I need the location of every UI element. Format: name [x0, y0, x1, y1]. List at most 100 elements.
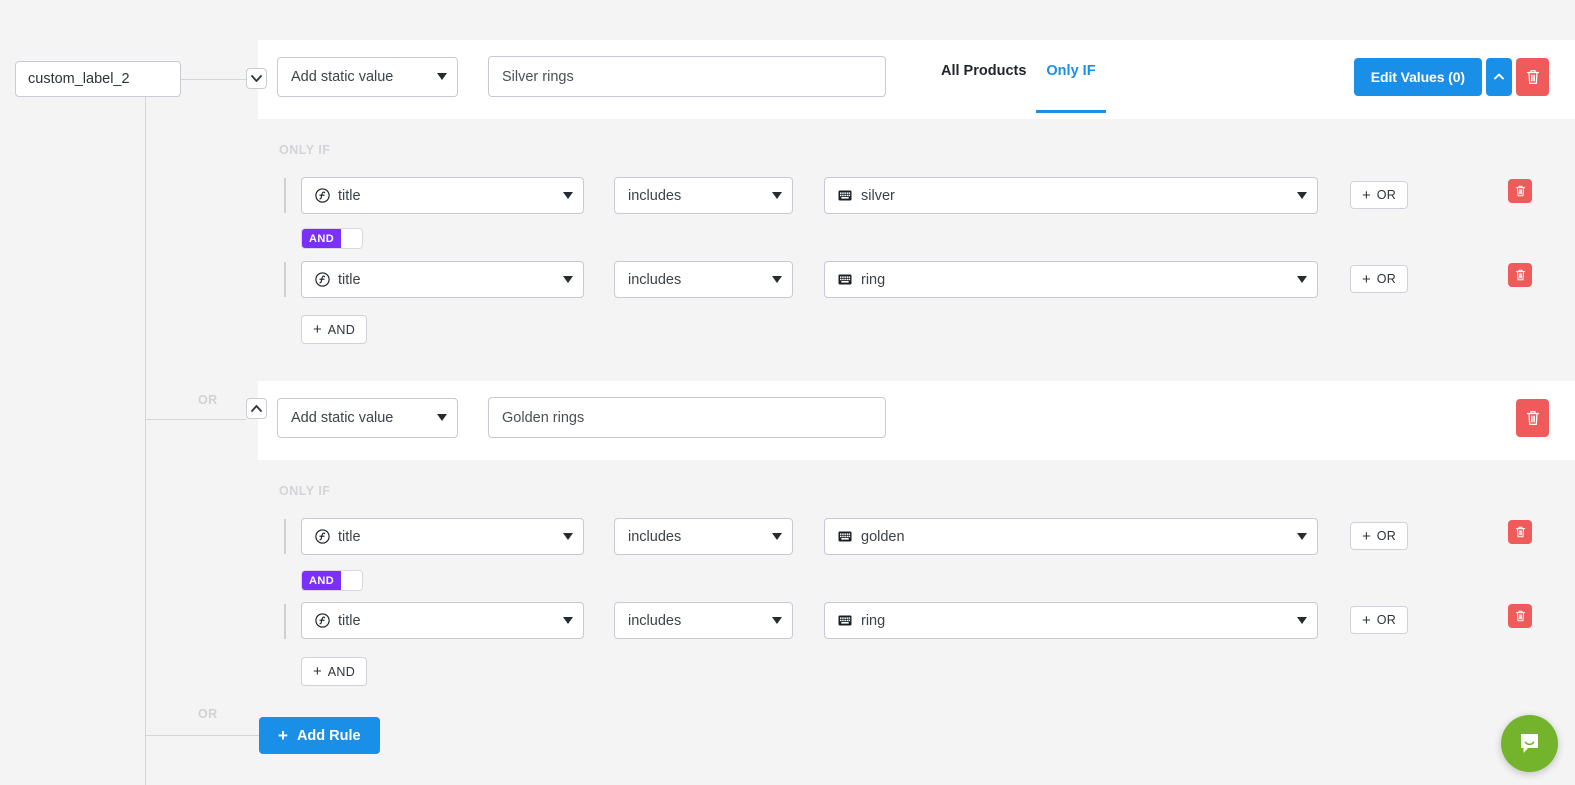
rule-2-cond-1-value-select[interactable]: golden	[824, 518, 1318, 555]
chevron-down-icon	[563, 533, 573, 540]
rule-2-cond-2-or-button[interactable]: + OR	[1350, 606, 1408, 634]
edit-values-button[interactable]: Edit Values (0)	[1354, 58, 1482, 96]
plus-icon: +	[313, 664, 322, 679]
tab-only-if[interactable]: Only IF	[1036, 40, 1105, 113]
rule-2-static-value-select[interactable]: Add static value	[277, 398, 458, 438]
condition-row: title includes	[301, 177, 1318, 214]
chevron-down-icon	[772, 617, 782, 624]
tab-all-products-label: All Products	[941, 63, 1026, 79]
plus-icon: +	[1362, 272, 1371, 287]
rule-2-cond-1-or-label: OR	[1377, 529, 1396, 543]
rule-1-collapse-card-button[interactable]	[1486, 58, 1512, 96]
rule-2-cond-2-field-select[interactable]: title	[301, 602, 584, 639]
custom-label-text: custom_label_2	[28, 71, 130, 87]
rule-1-cond-2-or-button[interactable]: + OR	[1350, 265, 1408, 293]
rule-2-cond-2-value-select[interactable]: ring	[824, 602, 1318, 639]
keyboard-icon	[838, 615, 852, 626]
chevron-up-icon	[251, 404, 262, 413]
function-icon	[315, 529, 330, 544]
rule-2-cond-1-operator-text: includes	[628, 529, 681, 545]
rule-1-add-and-button[interactable]: + AND	[301, 315, 367, 344]
rule-2-cond-1-operator-select[interactable]: includes	[614, 518, 793, 555]
rule-card-2: Add static value Golden rings	[258, 381, 1575, 460]
trash-icon	[1515, 185, 1526, 197]
function-icon	[315, 272, 330, 287]
tree-trunk-line	[145, 97, 146, 785]
rule-1-cond-2-field-select[interactable]: title	[301, 261, 584, 298]
rule-2-value-input[interactable]: Golden rings	[488, 397, 886, 438]
rule-1-delete-button[interactable]	[1516, 58, 1549, 96]
rule-2-only-if-label: ONLY IF	[279, 484, 330, 498]
rule-2-static-value-text: Add static value	[291, 410, 393, 426]
chat-launcher-button[interactable]	[1501, 715, 1558, 772]
rule-1-and-toggle-label: AND	[302, 229, 341, 248]
rule-2-delete-button[interactable]	[1516, 399, 1549, 437]
rule-2-add-and-button[interactable]: + AND	[301, 657, 367, 686]
rule-1-cond-1-or-button[interactable]: + OR	[1350, 181, 1408, 209]
rule-1-condition-rail-1	[284, 178, 286, 213]
rule-card-1: Add static value Silver rings All Produc…	[258, 40, 1575, 119]
rule-1-cond-1-operator-select[interactable]: includes	[614, 177, 793, 214]
keyboard-icon	[838, 274, 852, 285]
tree-branch-rule-1	[181, 79, 246, 80]
tree-branch-add-rule	[145, 735, 259, 736]
rule-2-collapse-toggle[interactable]	[246, 398, 267, 419]
rule-2-header-actions	[1516, 399, 1575, 437]
rule-1-cond-1-field-text: title	[338, 188, 361, 204]
rule-1-header-actions: Edit Values (0)	[1354, 58, 1575, 96]
trash-icon	[1526, 410, 1540, 426]
rule-1-cond-2-delete-button[interactable]	[1508, 263, 1532, 287]
rule-1-static-value-select[interactable]: Add static value	[277, 57, 458, 97]
rule-2-cond-1-or-button[interactable]: + OR	[1350, 522, 1408, 550]
rule-1-cond-1-value-select[interactable]: silver	[824, 177, 1318, 214]
chat-bubble-icon	[1516, 730, 1543, 757]
trash-icon	[1515, 610, 1526, 622]
chevron-down-icon	[772, 276, 782, 283]
rule-1-value-text: Silver rings	[502, 69, 574, 85]
function-icon	[315, 188, 330, 203]
rule-2-cond-2-delete-button[interactable]	[1508, 604, 1532, 628]
rule-2-condition-rail-2	[284, 604, 286, 639]
trash-icon	[1515, 269, 1526, 281]
trash-icon	[1526, 69, 1540, 85]
rule-1-and-toggle[interactable]: AND	[301, 228, 363, 249]
rule-2-cond-1-field-select[interactable]: title	[301, 518, 584, 555]
rule-1-tabs: All Products Only IF	[931, 40, 1106, 113]
tree-branch-rule-2	[145, 419, 246, 420]
rule-1-cond-2-operator-select[interactable]: includes	[614, 261, 793, 298]
rule-2-cond-1-field-text: title	[338, 529, 361, 545]
rule-1-cond-2-operator-text: includes	[628, 272, 681, 288]
rule-1-condition-rail-2	[284, 262, 286, 297]
rule-1-cond-2-value-text: ring	[861, 272, 885, 288]
plus-icon: +	[1362, 188, 1371, 203]
chevron-down-icon	[437, 73, 447, 80]
chevron-down-icon	[251, 74, 262, 83]
rule-1-value-input[interactable]: Silver rings	[488, 56, 886, 97]
rule-1-collapse-toggle[interactable]	[246, 68, 267, 89]
rule-1-static-value-text: Add static value	[291, 69, 393, 85]
rule-1-cond-1-or-label: OR	[1377, 188, 1396, 202]
custom-label-field[interactable]: custom_label_2	[15, 61, 181, 97]
plus-icon: +	[313, 322, 322, 337]
chevron-down-icon	[563, 617, 573, 624]
rule-1-cond-1-field-select[interactable]: title	[301, 177, 584, 214]
rule-2-and-toggle[interactable]: AND	[301, 570, 363, 591]
rule-1-cond-1-delete-button[interactable]	[1508, 179, 1532, 203]
rule-2-cond-2-operator-select[interactable]: includes	[614, 602, 793, 639]
tab-all-products[interactable]: All Products	[931, 40, 1036, 113]
rule-1-cond-2-or-label: OR	[1377, 272, 1396, 286]
chevron-down-icon	[1297, 617, 1307, 624]
rule-2-cond-1-delete-button[interactable]	[1508, 520, 1532, 544]
plus-icon: +	[1362, 613, 1371, 628]
rule-2-header: Add static value Golden rings	[258, 381, 1575, 454]
rule-1-cond-2-value-select[interactable]: ring	[824, 261, 1318, 298]
chevron-down-icon	[772, 192, 782, 199]
rule-2-cond-2-value-text: ring	[861, 613, 885, 629]
or-connector-label-1: OR	[198, 393, 218, 407]
rule-1-only-if-label: ONLY IF	[279, 143, 330, 157]
chevron-down-icon	[563, 276, 573, 283]
add-rule-button[interactable]: + Add Rule	[259, 717, 380, 754]
trash-icon	[1515, 526, 1526, 538]
keyboard-icon	[838, 531, 852, 542]
tab-only-if-label: Only IF	[1046, 63, 1095, 79]
